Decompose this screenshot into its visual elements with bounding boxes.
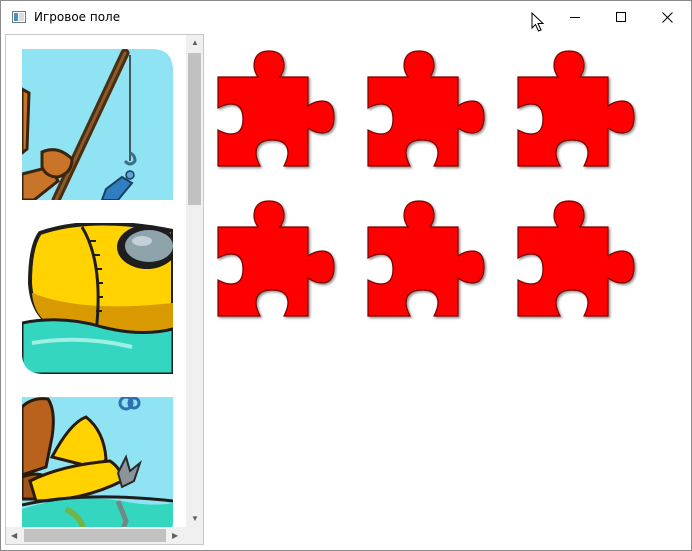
puzzle-piece-fishing-rod[interactable]	[22, 49, 173, 200]
board-slot-3[interactable]	[516, 44, 644, 172]
close-button[interactable]	[644, 1, 690, 33]
minimize-button[interactable]	[552, 1, 598, 33]
fishing-rod-image	[22, 49, 173, 200]
maximize-button[interactable]	[598, 1, 644, 33]
game-board[interactable]	[206, 34, 690, 549]
horizontal-scrollbar[interactable]: ◀ ▶	[6, 527, 186, 544]
puzzle-piece-submarine[interactable]	[22, 223, 173, 374]
puzzle-piece-icon	[517, 50, 635, 167]
puzzle-piece-icon	[217, 50, 335, 167]
close-icon	[661, 11, 673, 23]
diver-boat-image	[22, 397, 173, 544]
minimize-icon	[570, 17, 580, 18]
board-slot-5[interactable]	[366, 194, 494, 322]
vertical-scrollbar[interactable]: ▲ ▼	[186, 35, 203, 527]
scroll-left-icon[interactable]: ◀	[11, 532, 17, 540]
puzzle-piece-icon	[367, 50, 485, 167]
title-bar[interactable]: Игровое поле	[1, 1, 691, 33]
maximize-icon	[616, 12, 626, 22]
horizontal-scroll-thumb[interactable]	[24, 529, 166, 542]
app-icon	[12, 11, 26, 23]
scroll-right-icon[interactable]: ▶	[172, 532, 178, 540]
board-slot-6[interactable]	[516, 194, 644, 322]
submarine-image	[22, 223, 173, 374]
scroll-down-icon[interactable]: ▼	[191, 515, 199, 523]
scroll-up-icon[interactable]: ▲	[191, 39, 199, 47]
vertical-scroll-thumb[interactable]	[188, 53, 201, 205]
window-title: Игровое поле	[34, 10, 121, 24]
board-slot-4[interactable]	[216, 194, 344, 322]
mouse-cursor-icon	[531, 12, 545, 32]
puzzle-piece-icon	[517, 200, 635, 317]
piece-tray[interactable]: ▲ ▼ ◀ ▶	[5, 34, 204, 545]
scrollbar-corner	[186, 527, 203, 544]
board-slot-1[interactable]	[216, 44, 344, 172]
puzzle-piece-icon	[217, 200, 335, 317]
game-window: Игровое поле ▲ ▼ ◀ ▶	[0, 0, 692, 551]
puzzle-piece-diver-boat[interactable]	[22, 397, 173, 544]
board-slot-2[interactable]	[366, 44, 494, 172]
puzzle-piece-icon	[367, 200, 485, 317]
